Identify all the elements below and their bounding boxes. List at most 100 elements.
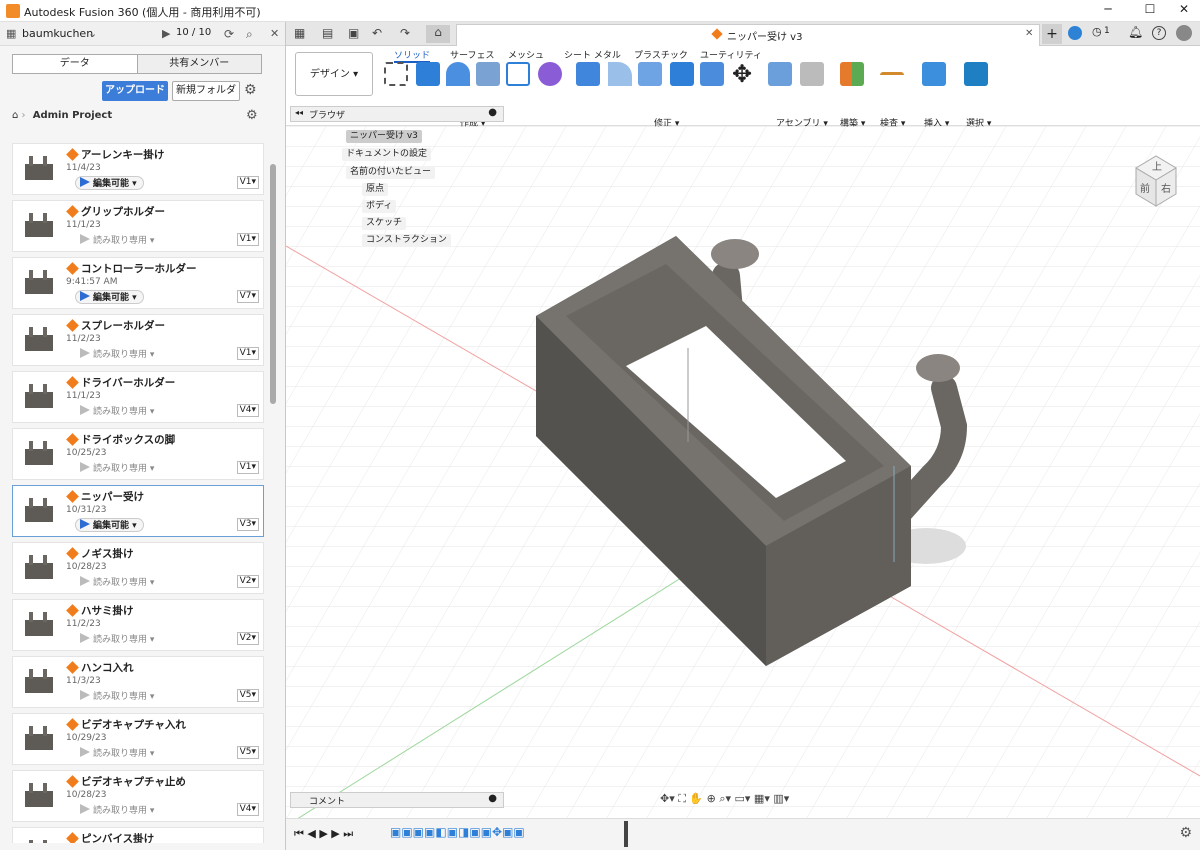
timeline-marker[interactable] — [624, 821, 628, 847]
version-dropdown[interactable]: V5▾ — [236, 746, 259, 759]
online-status-icon[interactable] — [1068, 26, 1082, 40]
file-status-badge[interactable]: 編集可能 ▾ — [75, 290, 144, 304]
move-icon[interactable]: ✥ — [732, 60, 752, 88]
help-icon[interactable]: ? — [1152, 26, 1166, 40]
grid-menu-icon[interactable]: ▦ — [294, 26, 305, 40]
shell-icon[interactable] — [700, 62, 724, 86]
file-card[interactable]: ビデオキャプチャ入れ 10/29/23 読み取り専用 ▾ V5▾ — [12, 713, 264, 765]
file-status-badge[interactable]: 読み取り専用 ▾ — [75, 689, 161, 703]
revolve-icon[interactable] — [446, 62, 470, 86]
refresh-icon[interactable]: ⟳ — [224, 27, 234, 41]
gear-icon[interactable]: ⚙ — [244, 82, 257, 98]
file-card[interactable]: アーレンキー掛け 11/4/23 編集可能 ▾ V1▾ — [12, 143, 264, 195]
browser-root[interactable]: ニッパー受け v3 — [346, 130, 422, 143]
file-status-badge[interactable]: 読み取り専用 ▾ — [75, 746, 161, 760]
file-card[interactable]: ノギス掛け 10/28/23 読み取り専用 ▾ V2▾ — [12, 542, 264, 594]
file-card[interactable]: ハサミ掛け 11/2/23 読み取り専用 ▾ V2▾ — [12, 599, 264, 651]
file-status-badge[interactable]: 読み取り専用 ▾ — [75, 404, 161, 418]
file-status-badge[interactable]: 読み取り専用 ▾ — [75, 575, 161, 589]
hole-icon[interactable] — [476, 62, 500, 86]
file-status-badge[interactable]: 読み取り専用 ▾ — [75, 233, 161, 247]
chevron-down-icon[interactable]: ⌄ — [88, 27, 97, 40]
home-tab-icon[interactable]: ⌂ — [426, 25, 450, 43]
redo-icon[interactable]: ↷ — [400, 26, 410, 40]
browser-node-construction[interactable]: コンストラクション — [362, 234, 451, 247]
file-status-badge[interactable]: 読み取り専用 ▾ — [75, 632, 161, 646]
tab-surface[interactable]: サーフェス — [450, 48, 494, 61]
version-dropdown[interactable]: V1▾ — [236, 233, 259, 246]
close-panel-icon[interactable]: ✕ — [270, 27, 279, 40]
canvas-viewport[interactable]: 上 前 右 — [286, 126, 1200, 826]
timeline-features[interactable]: ▣▣▣▣◧▣◨▣▣✥▣▣ — [390, 825, 525, 839]
breadcrumb-project[interactable]: Admin Project — [33, 110, 112, 121]
browser-node-bodies[interactable]: ボディ — [362, 200, 397, 213]
fillet-icon[interactable] — [608, 62, 632, 86]
version-dropdown[interactable]: V1▾ — [236, 176, 259, 189]
bell-icon[interactable]: 🔔︎ — [1128, 25, 1143, 39]
browser-node-settings[interactable]: ドキュメントの設定 — [342, 148, 432, 161]
file-status-badge[interactable]: 読み取り専用 ▾ — [75, 461, 161, 475]
tab-solid[interactable]: ソリッド — [394, 48, 431, 63]
file-card[interactable]: ニッパー受け 10/31/23 編集可能 ▾ V3▾ — [12, 485, 264, 537]
new-component-icon[interactable] — [768, 62, 792, 86]
timeline-controls[interactable]: ⏮ ◀ ▶ ▶ ⏭ — [294, 827, 353, 841]
version-dropdown[interactable]: V4▾ — [236, 404, 259, 417]
avatar[interactable] — [1176, 25, 1192, 41]
job-status-icon[interactable]: ◷ — [1092, 25, 1102, 38]
press-pull-icon[interactable] — [576, 62, 600, 86]
project-settings-icon[interactable]: ⚙ — [246, 108, 258, 123]
version-dropdown[interactable]: V4▾ — [236, 803, 259, 816]
scrollbar[interactable] — [270, 164, 276, 404]
joint-icon[interactable] — [800, 62, 824, 86]
timeline[interactable]: ⏮ ◀ ▶ ▶ ⏭ ▣▣▣▣◧▣◨▣▣✥▣▣ ⚙ — [286, 818, 1200, 850]
tab-sheet-metal[interactable]: シート メタル — [564, 48, 621, 61]
minimize-icon[interactable]: ─ — [1094, 2, 1122, 16]
file-card[interactable]: ドライバーホルダー 11/1/23 読み取り専用 ▾ V4▾ — [12, 371, 264, 423]
tab-utility[interactable]: ユーティリティ — [700, 48, 762, 61]
version-dropdown[interactable]: V1▾ — [236, 461, 259, 474]
file-card[interactable]: ハンコ入れ 11/3/23 読み取り専用 ▾ V5▾ — [12, 656, 264, 708]
browser-node-views[interactable]: 名前の付いたビュー — [346, 166, 436, 179]
version-dropdown[interactable]: V2▾ — [236, 575, 259, 588]
combine-icon[interactable] — [670, 62, 694, 86]
file-card[interactable]: ピンバイス掛け — [12, 827, 264, 843]
browser-node-origin[interactable]: 原点 — [362, 183, 389, 196]
browser-minimize-icon[interactable]: ● — [488, 107, 497, 118]
file-card[interactable]: ビデオキャプチャ止め 10/28/23 読み取り専用 ▾ V4▾ — [12, 770, 264, 822]
file-card[interactable]: スプレーホルダー 11/2/23 読み取り専用 ▾ V1▾ — [12, 314, 264, 366]
tab-plastic[interactable]: プラスチック — [634, 48, 688, 61]
tab-mesh[interactable]: メッシュ — [508, 48, 544, 61]
version-dropdown[interactable]: V7▾ — [236, 290, 259, 303]
create-sketch-icon[interactable] — [384, 62, 408, 86]
file-card[interactable]: グリップホルダー 11/1/23 読み取り専用 ▾ V1▾ — [12, 200, 264, 252]
tab-data[interactable]: データ — [13, 55, 137, 73]
version-dropdown[interactable]: V3▾ — [236, 518, 259, 531]
document-tab[interactable]: ニッパー受け v3 ✕ — [456, 24, 1040, 46]
file-status-badge[interactable]: 編集可能 ▾ — [75, 176, 144, 190]
chamfer-icon[interactable] — [638, 62, 662, 86]
file-status-badge[interactable]: 読み取り専用 ▾ — [75, 803, 161, 817]
upload-button[interactable]: アップロード — [102, 81, 168, 101]
new-folder-button[interactable]: 新規フォルダ — [172, 81, 240, 101]
file-icon[interactable]: ▤ — [322, 26, 333, 40]
file-status-badge[interactable]: 読み取り専用 ▾ — [75, 347, 161, 361]
measure-icon[interactable] — [880, 72, 904, 82]
workspace-switcher[interactable]: デザイン ▾ — [295, 52, 373, 96]
tab-members[interactable]: 共有メンバー — [136, 55, 261, 73]
close-icon[interactable]: ✕ — [1170, 2, 1198, 16]
user-name[interactable]: baumkuchen — [22, 27, 93, 40]
version-dropdown[interactable]: V5▾ — [236, 689, 259, 702]
comment-panel[interactable]: コメント ● — [290, 792, 504, 808]
offset-plane-icon[interactable] — [840, 62, 864, 86]
home-icon[interactable]: ⌂ — [12, 110, 18, 121]
maximize-icon[interactable]: ☐ — [1136, 2, 1164, 16]
insert-image-icon[interactable] — [922, 62, 946, 86]
form-icon[interactable] — [538, 62, 562, 86]
browser-node-sketches[interactable]: スケッチ — [362, 217, 407, 230]
file-card[interactable]: コントローラーホルダー 9:41:57 AM 編集可能 ▾ V7▾ — [12, 257, 264, 309]
version-dropdown[interactable]: V2▾ — [236, 632, 259, 645]
search-icon[interactable]: ⌕ — [246, 27, 253, 42]
browser-panel-header[interactable]: ◂◂ ブラウザ ● — [290, 106, 504, 122]
undo-icon[interactable]: ↶ — [372, 26, 382, 40]
close-tab-icon[interactable]: ✕ — [1025, 28, 1033, 39]
